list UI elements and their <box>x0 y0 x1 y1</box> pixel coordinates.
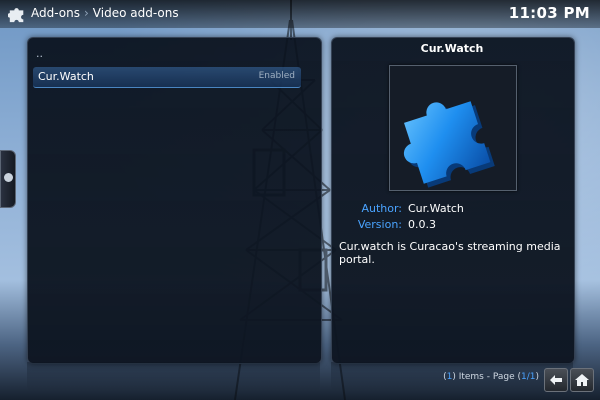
version-value: 0.0.3 <box>408 218 436 231</box>
author-value: Cur.Watch <box>408 202 464 215</box>
breadcrumb-video-addons: Video add-ons <box>92 6 179 20</box>
breadcrumb-separator: › <box>83 6 89 20</box>
detail-title: Cur.Watch <box>420 42 484 55</box>
item-count: 1 <box>446 372 453 382</box>
back-arrow-icon <box>550 375 562 385</box>
page-indicator: (1) Items - Page (1/1) <box>443 372 539 382</box>
breadcrumb-addons[interactable]: Add-ons <box>31 6 80 20</box>
puzzle-icon <box>8 8 24 23</box>
addon-thumbnail <box>389 65 517 191</box>
list-item[interactable]: Cur.Watch Enabled <box>33 67 301 88</box>
parent-folder-item[interactable]: .. <box>36 47 43 60</box>
items-page-text: Items - Page ( <box>455 372 521 382</box>
puzzle-piece-icon <box>403 101 495 188</box>
version-label: Version: <box>357 218 402 231</box>
list-item-name: Cur.Watch <box>38 70 94 83</box>
side-menu-handle[interactable] <box>0 150 16 208</box>
home-icon <box>575 374 589 386</box>
side-menu-dot-icon <box>4 173 13 182</box>
page-close-paren: ) <box>535 372 539 382</box>
page-number: 1/1 <box>521 372 536 382</box>
list-panel-reflection <box>27 362 320 392</box>
home-button[interactable] <box>570 368 594 392</box>
list-item-status: Enabled <box>258 71 295 81</box>
back-button[interactable] <box>544 368 568 392</box>
clock: 11:03 PM <box>508 4 590 22</box>
author-label: Author: <box>361 202 402 215</box>
addon-description: Cur.watch is Curacao's streaming media p… <box>339 240 561 266</box>
breadcrumb: Add-ons › Video add-ons <box>31 6 179 20</box>
